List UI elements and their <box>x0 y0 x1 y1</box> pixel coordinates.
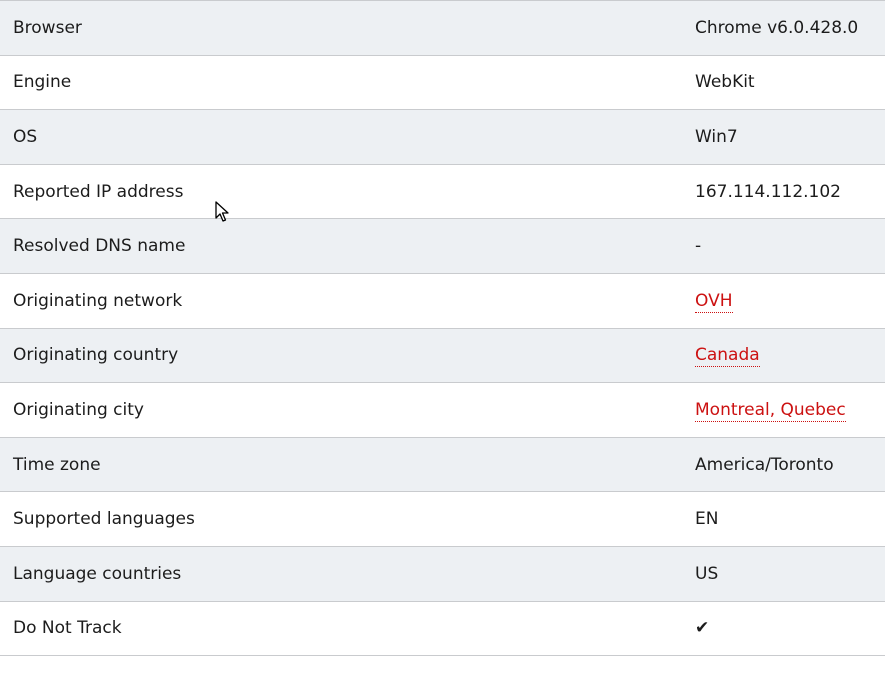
row-label-languages: Supported languages <box>13 509 195 530</box>
row-label-country: Originating country <box>13 345 179 366</box>
mouse-pointer-icon <box>215 201 229 222</box>
row-value-country: Canada <box>682 345 760 368</box>
browser-info-table: Browser Chrome v6.0.428.0 Engine WebKit … <box>0 0 885 657</box>
table-row: Originating country Canada <box>0 328 885 384</box>
row-value-dns-name: - <box>695 236 702 257</box>
row-label-engine: Engine <box>13 72 72 93</box>
row-label-time-zone: Time zone <box>13 454 101 475</box>
table-row: Language countries US <box>0 546 885 602</box>
table-row: OS Win7 <box>0 110 885 165</box>
table-row: Engine WebKit <box>0 55 885 111</box>
table-row: Reported IP address 167.114.112.102 <box>0 164 885 220</box>
row-label-language-countries: Language countries <box>13 563 182 584</box>
table-row: Originating network OVH <box>0 273 885 329</box>
row-value-languages: EN <box>695 509 719 530</box>
table-row: Resolved DNS name - <box>0 219 885 274</box>
row-value-ip-address: 167.114.112.102 <box>695 181 842 202</box>
row-label-do-not-track: Do Not Track <box>13 618 122 639</box>
table-row: Do Not Track ✔ <box>0 601 885 657</box>
country-link[interactable]: Canada <box>695 345 760 368</box>
row-value-network: OVH <box>682 290 733 313</box>
table-row: Supported languages EN <box>0 492 885 547</box>
table-row: Originating city Montreal, Quebec <box>0 383 885 438</box>
row-label-city: Originating city <box>13 399 144 420</box>
checkmark-icon: ✔ <box>695 618 710 639</box>
row-label-os: OS <box>13 126 38 147</box>
row-value-time-zone: America/Toronto <box>695 454 834 475</box>
row-label-dns-name: Resolved DNS name <box>13 236 186 257</box>
row-value-city: Montreal, Quebec <box>682 399 846 422</box>
table-row: Browser Chrome v6.0.428.0 <box>0 1 885 56</box>
table-row: Time zone America/Toronto <box>0 437 885 493</box>
row-value-browser: Chrome v6.0.428.0 <box>695 17 859 38</box>
row-label-ip-address: Reported IP address <box>13 181 184 202</box>
row-value-os: Win7 <box>695 126 738 147</box>
row-value-engine: WebKit <box>695 72 755 93</box>
network-link[interactable]: OVH <box>695 290 733 313</box>
row-value-language-countries: US <box>695 563 719 584</box>
row-label-network: Originating network <box>13 290 183 311</box>
row-label-browser: Browser <box>13 17 82 38</box>
row-value-do-not-track: ✔ <box>682 618 709 638</box>
city-link[interactable]: Montreal, Quebec <box>695 399 846 422</box>
